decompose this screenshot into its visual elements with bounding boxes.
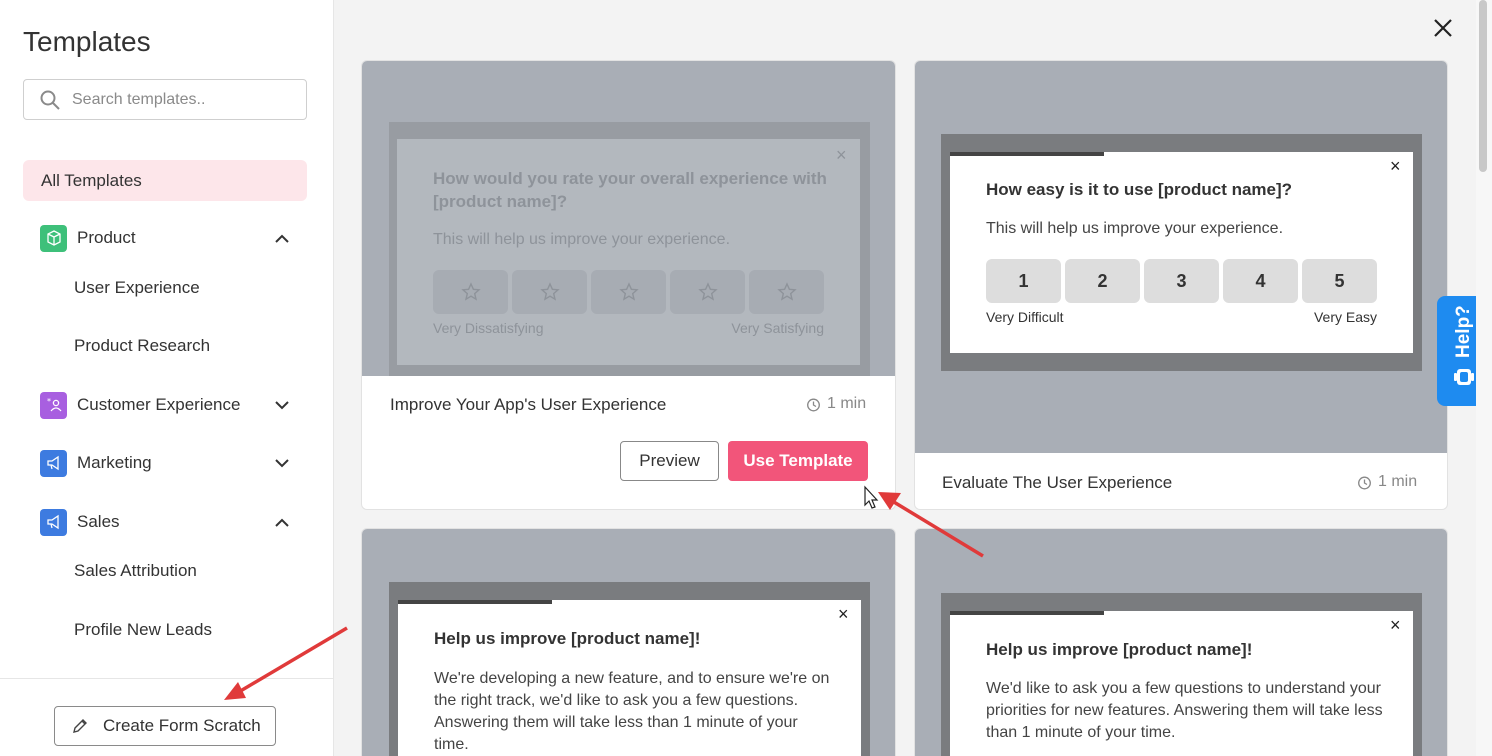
- low-label: Very Difficult: [986, 309, 1064, 325]
- box-icon: [40, 224, 67, 252]
- survey-description: We'd like to ask you a few questions to …: [986, 680, 1383, 741]
- star-icon: [512, 270, 587, 314]
- survey-popup: × Help us improve [product name]! We'd l…: [950, 611, 1413, 756]
- templates-sidebar: Templates All Templates Product User Exp…: [0, 0, 334, 756]
- sidebar-item-product[interactable]: Product: [40, 224, 290, 252]
- preview-frame: × Help us improve [product name]! We're …: [389, 582, 870, 756]
- survey-popup: × Help us improve [product name]! We're …: [398, 600, 861, 756]
- chevron-down-icon[interactable]: [274, 397, 290, 413]
- star-icon: [433, 270, 508, 314]
- megaphone-icon: [40, 449, 67, 477]
- create-form-scratch-button[interactable]: Create Form Scratch: [54, 706, 276, 746]
- close-icon: ×: [838, 604, 849, 624]
- megaphone-icon: [40, 508, 67, 536]
- high-label: Very Satisfying: [731, 320, 824, 336]
- search-icon: [40, 90, 60, 110]
- scrollbar[interactable]: [1476, 0, 1492, 756]
- chevron-up-icon[interactable]: [274, 514, 290, 530]
- scale-option: 5: [1302, 259, 1377, 303]
- timer-icon: [1358, 476, 1371, 489]
- survey-description: This will help us improve your experienc…: [433, 231, 731, 248]
- sidebar-subitem-user-experience[interactable]: User Experience: [74, 278, 200, 298]
- template-preview[interactable]: × How easy is it to use [product name]? …: [915, 61, 1447, 453]
- use-template-button[interactable]: Use Template: [728, 441, 868, 481]
- scale-option: 4: [1223, 259, 1298, 303]
- help-label: Help?: [1453, 305, 1474, 358]
- star-icon: [591, 270, 666, 314]
- survey-question: How would you rate your overall experien…: [433, 169, 827, 211]
- survey-question: Help us improve [product name]!: [434, 629, 701, 648]
- template-preview[interactable]: × How would you rate your overall experi…: [362, 61, 895, 376]
- scale-option: 3: [1144, 259, 1219, 303]
- progress-bar: [950, 152, 1104, 156]
- survey-question: How easy is it to use [product name]?: [986, 180, 1293, 199]
- template-preview[interactable]: × Help us improve [product name]! We're …: [362, 529, 895, 756]
- low-label: Very Dissatisfying: [433, 320, 544, 336]
- progress-bar: [950, 611, 1104, 615]
- high-label: Very Easy: [1313, 309, 1377, 325]
- duration-text: 1 min: [827, 395, 867, 412]
- timer-icon: [807, 398, 820, 411]
- rating-scale-labels: Very Dissatisfying Very Satisfying: [433, 320, 824, 336]
- survey-description: We're developing a new feature, and to e…: [434, 670, 830, 753]
- survey-popup: × How would you rate your overall experi…: [397, 139, 860, 365]
- sidebar-item-label: Product: [77, 228, 136, 247]
- chevron-down-icon[interactable]: [274, 455, 290, 471]
- svg-text:*: *: [47, 397, 51, 406]
- scrollbar-thumb[interactable]: [1479, 0, 1487, 172]
- star-icon: [749, 270, 824, 314]
- search-box[interactable]: [23, 79, 307, 120]
- card-title: Evaluate The User Experience: [942, 473, 1173, 492]
- close-icon: ×: [1390, 156, 1401, 176]
- survey-question: Help us improve [product name]!: [986, 640, 1253, 659]
- duration-text: 1 min: [1378, 473, 1418, 490]
- survey-description: This will help us improve your experienc…: [986, 220, 1284, 237]
- rating-scale-labels: Very Difficult Very Easy: [986, 309, 1377, 325]
- star-icon: [670, 270, 745, 314]
- pencil-icon: [73, 719, 87, 733]
- sidebar-subitem-profile-new-leads[interactable]: Profile New Leads: [74, 620, 212, 640]
- star-rating: [433, 270, 824, 314]
- search-input[interactable]: [72, 90, 292, 109]
- create-form-scratch-label: Create Form Scratch: [103, 716, 261, 735]
- template-preview[interactable]: × Help us improve [product name]! We'd l…: [915, 529, 1447, 756]
- sidebar-subitem-product-research[interactable]: Product Research: [74, 336, 210, 356]
- duration: 1 min: [1357, 473, 1417, 491]
- sidebar-item-marketing[interactable]: Marketing: [40, 449, 290, 477]
- survey-popup: × How easy is it to use [product name]? …: [950, 152, 1413, 353]
- scale-option: 1: [986, 259, 1061, 303]
- sidebar-item-label: Marketing: [77, 453, 152, 472]
- duration: 1 min: [806, 395, 866, 413]
- close-icon[interactable]: [1432, 17, 1454, 39]
- chevron-up-icon[interactable]: [274, 230, 290, 246]
- sidebar-subitem-sales-attribution[interactable]: Sales Attribution: [74, 561, 197, 581]
- sidebar-item-all-templates[interactable]: All Templates: [23, 160, 307, 201]
- sidebar-item-label: Sales: [77, 512, 120, 531]
- template-card[interactable]: × How easy is it to use [product name]? …: [914, 60, 1448, 510]
- sidebar-title: Templates: [23, 26, 151, 57]
- preview-button[interactable]: Preview: [620, 441, 719, 481]
- close-icon: ×: [836, 145, 847, 165]
- preview-frame: × Help us improve [product name]! We'd l…: [941, 593, 1422, 756]
- progress-bar: [398, 600, 552, 604]
- sidebar-item-label: Customer Experience: [77, 395, 241, 414]
- template-card[interactable]: × Help us improve [product name]! We'd l…: [914, 528, 1448, 756]
- template-card[interactable]: × Help us improve [product name]! We're …: [361, 528, 896, 756]
- close-icon: ×: [1390, 615, 1401, 635]
- template-card[interactable]: × How would you rate your overall experi…: [361, 60, 896, 510]
- sidebar-item-sales[interactable]: Sales: [40, 508, 290, 536]
- card-title: Improve Your App's User Experience: [390, 395, 667, 414]
- scale-option: 2: [1065, 259, 1140, 303]
- user-star-icon: *: [40, 391, 67, 419]
- preview-frame: × How would you rate your overall experi…: [389, 122, 870, 376]
- robot-icon: [1454, 369, 1474, 385]
- preview-frame: × How easy is it to use [product name]? …: [941, 134, 1422, 371]
- sidebar-item-customer-experience[interactable]: * Customer Experience: [40, 391, 290, 419]
- number-scale: 1 2 3 4 5: [986, 259, 1377, 303]
